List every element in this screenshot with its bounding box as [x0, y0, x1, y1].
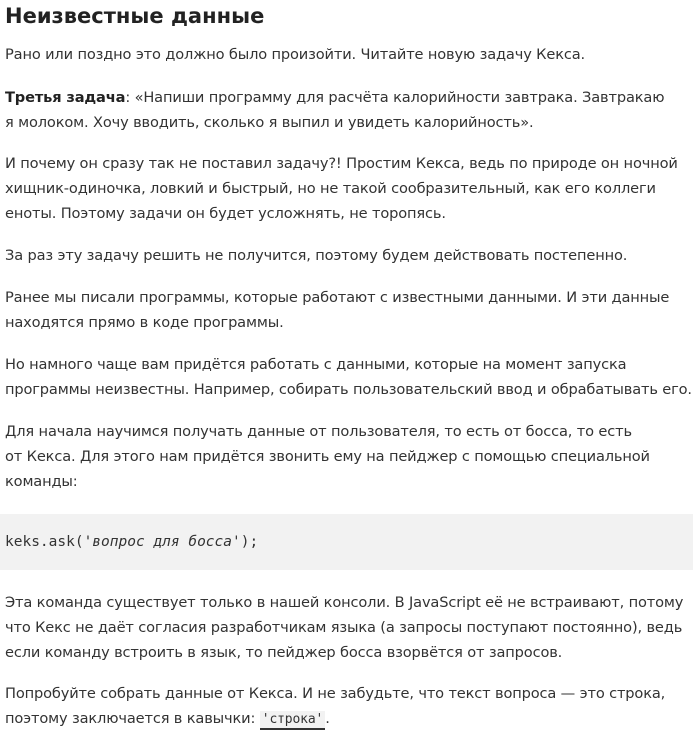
console-line-2: что Кекс не даёт согласия разработчикам … — [5, 619, 683, 636]
user-input-paragraph: Для начала научимся получать данные от п… — [5, 419, 693, 494]
known-data-line-2: находятся прямо в коде программы. — [5, 314, 284, 331]
code-call: keks.ask( — [5, 534, 84, 550]
user-input-line-3: команды: — [5, 473, 78, 490]
explanation-line-3: еноты. Поэтому задачи он будет усложнять… — [5, 205, 446, 222]
console-line-1: Эта команда существует только в нашей ко… — [5, 594, 684, 611]
user-input-line-1: Для начала научимся получать данные от п… — [5, 423, 632, 440]
unknown-data-line-2: программы неизвестны. Например, собирать… — [5, 381, 692, 398]
try-line-1: Попробуйте собрать данные от Кекса. И не… — [5, 685, 666, 702]
code-string: 'вопрос для босса' — [83, 534, 241, 550]
try-paragraph: Попробуйте собрать данные от Кекса. И не… — [5, 681, 693, 732]
task-label: Третья задача — [5, 89, 126, 106]
unknown-data-line-1: Но намного чаще вам придётся работать с … — [5, 356, 627, 373]
intro-text: Рано или поздно это должно было произойт… — [5, 46, 586, 63]
intro-paragraph: Рано или поздно это должно было произойт… — [5, 42, 693, 67]
inline-code-string: 'строка' — [259, 711, 326, 730]
explanation-line-2: хищник-одиночка, ловкий и быстрый, но не… — [5, 180, 656, 197]
console-line-3: если команду встроить в язык, то пейджер… — [5, 644, 563, 661]
code-block: keks.ask('вопрос для босса'); — [0, 514, 693, 570]
page-title: Неизвестные данные — [5, 4, 265, 28]
gradual-text: За раз эту задачу решить не получится, п… — [5, 247, 628, 264]
task-paragraph: Третья задача: «Напиши программу для рас… — [5, 85, 693, 135]
code-end: ); — [240, 534, 259, 550]
try-line-2: поэтому заключается в кавычки: — [5, 710, 260, 727]
explanation-paragraph: И почему он сразу так не поставил задачу… — [5, 151, 693, 226]
explanation-line-1: И почему он сразу так не поставил задачу… — [5, 155, 678, 172]
try-line-2-end: . — [325, 710, 330, 727]
known-data-paragraph: Ранее мы писали программы, которые работ… — [5, 285, 693, 335]
task-text-line-1: : «Напиши программу для расчёта калорийн… — [125, 89, 665, 106]
task-text-line-2: я молоком. Хочу вводить, сколько я выпил… — [5, 114, 534, 131]
known-data-line-1: Ранее мы писали программы, которые работ… — [5, 289, 670, 306]
console-paragraph: Эта команда существует только в нашей ко… — [5, 590, 693, 665]
user-input-line-2: от Кекса. Для этого нам придётся звонить… — [5, 448, 650, 465]
code-line: keks.ask('вопрос для босса'); — [5, 531, 258, 553]
unknown-data-paragraph: Но намного чаще вам придётся работать с … — [5, 352, 693, 402]
gradual-paragraph: За раз эту задачу решить не получится, п… — [5, 243, 693, 268]
